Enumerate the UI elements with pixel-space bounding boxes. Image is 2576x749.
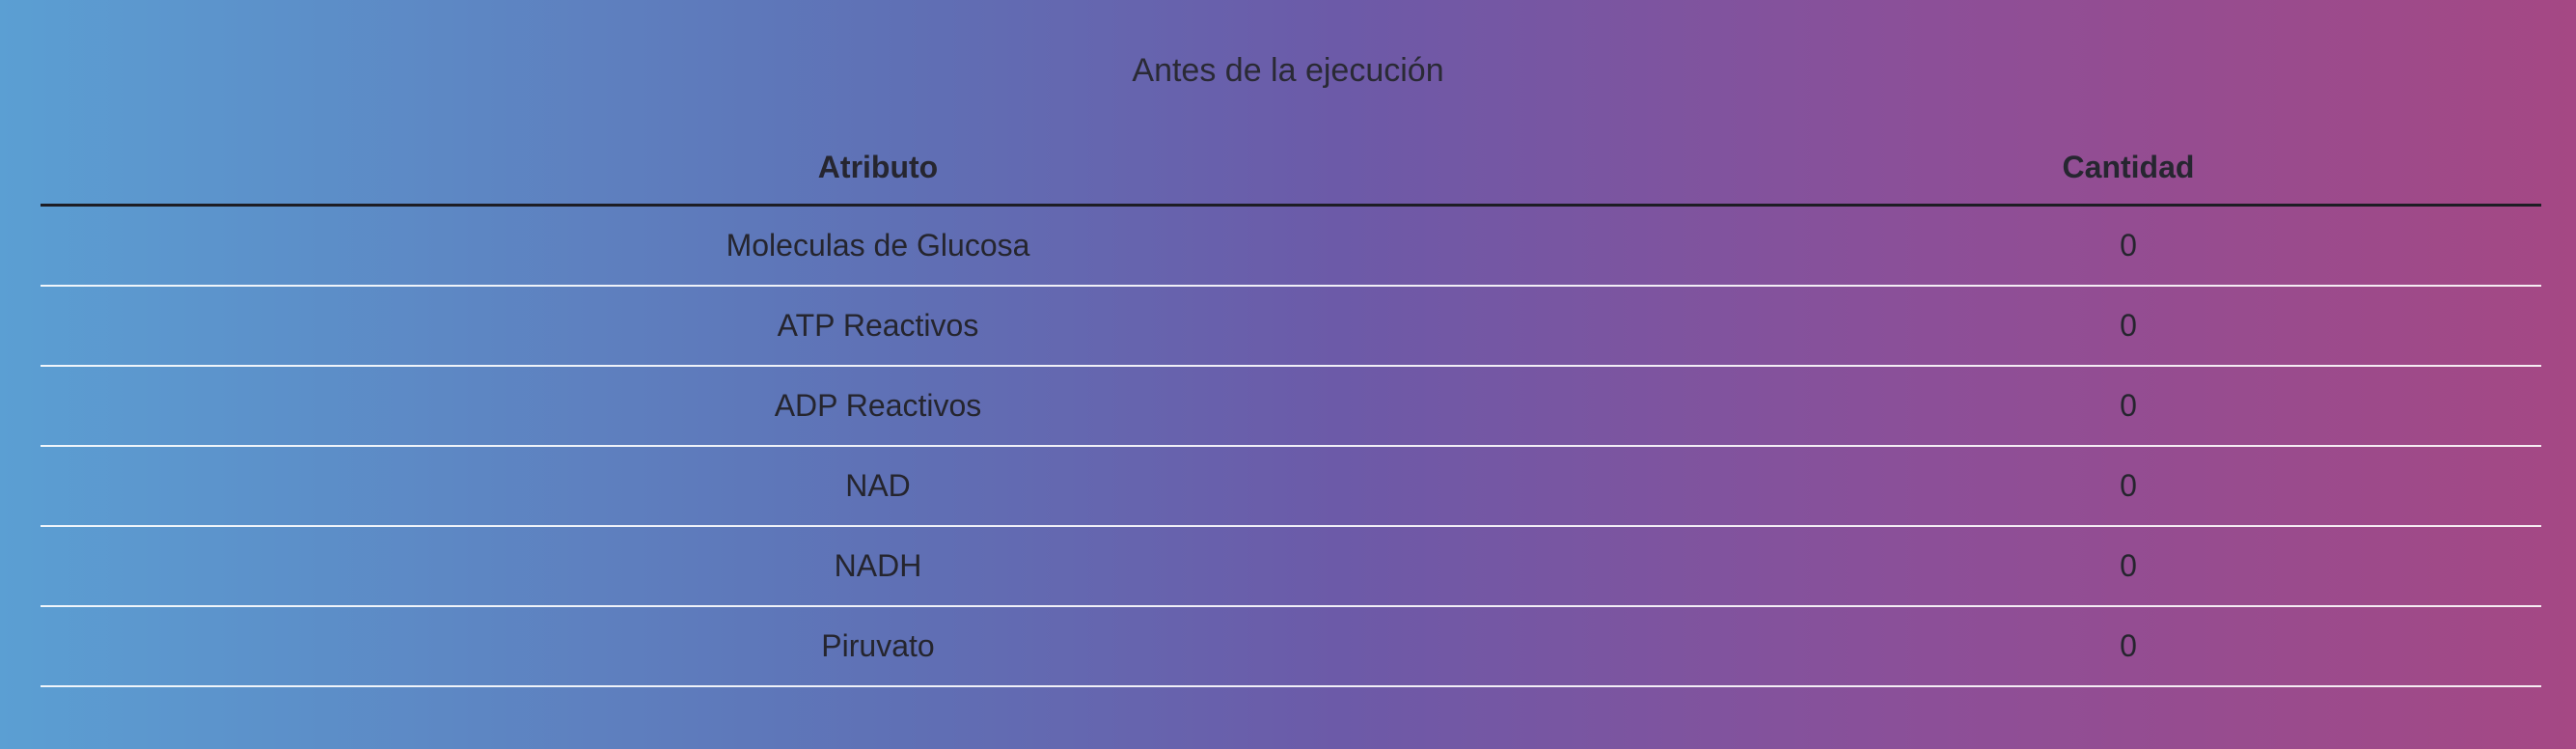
table-row: NADH 0	[41, 526, 2541, 607]
quantity-cell: 0	[1715, 446, 2541, 527]
table-header-row: Atributo Cantidad	[41, 131, 2541, 207]
attribute-cell: ADP Reactivos	[41, 366, 1715, 447]
attribute-cell: Piruvato	[41, 606, 1715, 687]
quantity-cell: 0	[1715, 366, 2541, 447]
table-row: NAD 0	[41, 446, 2541, 527]
quantity-cell: 0	[1715, 606, 2541, 687]
attribute-cell: Moleculas de Glucosa	[41, 205, 1715, 287]
quantity-cell: 0	[1715, 526, 2541, 607]
attributes-table: Atributo Cantidad Moleculas de Glucosa 0…	[41, 131, 2541, 687]
attribute-cell: ATP Reactivos	[41, 286, 1715, 367]
column-header-atributo: Atributo	[41, 131, 1715, 207]
quantity-cell: 0	[1715, 286, 2541, 367]
quantity-cell: 0	[1715, 205, 2541, 287]
column-header-cantidad: Cantidad	[1715, 131, 2541, 207]
page-title: Antes de la ejecución	[1132, 52, 1444, 89]
table-row: Piruvato 0	[41, 606, 2541, 687]
attribute-cell: NADH	[41, 526, 1715, 607]
table-row: ATP Reactivos 0	[41, 286, 2541, 367]
table-row: Moleculas de Glucosa 0	[41, 205, 2541, 287]
table-row: ADP Reactivos 0	[41, 366, 2541, 447]
attribute-cell: NAD	[41, 446, 1715, 527]
